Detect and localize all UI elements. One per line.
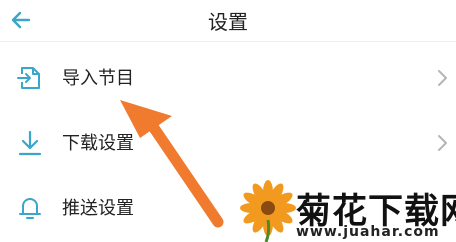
menu-item-push-settings[interactable]: 推送设置 [0, 178, 456, 238]
menu-item-label: 推送设置 [62, 198, 134, 219]
header-bar: 设置 [0, 0, 456, 40]
menu-item-label: 导入节目 [62, 68, 134, 89]
page-title: 设置 [208, 10, 248, 34]
menu-item-download-settings[interactable]: 下载设置 [0, 113, 456, 173]
chevron-right-icon [438, 135, 447, 151]
chevron-right-icon [438, 70, 447, 86]
header-divider [0, 41, 456, 42]
import-icon [17, 67, 40, 89]
bell-icon [19, 198, 41, 219]
download-icon [18, 130, 42, 156]
menu-item-import[interactable]: 导入节目 [0, 48, 456, 108]
menu-item-label: 下载设置 [62, 133, 134, 154]
